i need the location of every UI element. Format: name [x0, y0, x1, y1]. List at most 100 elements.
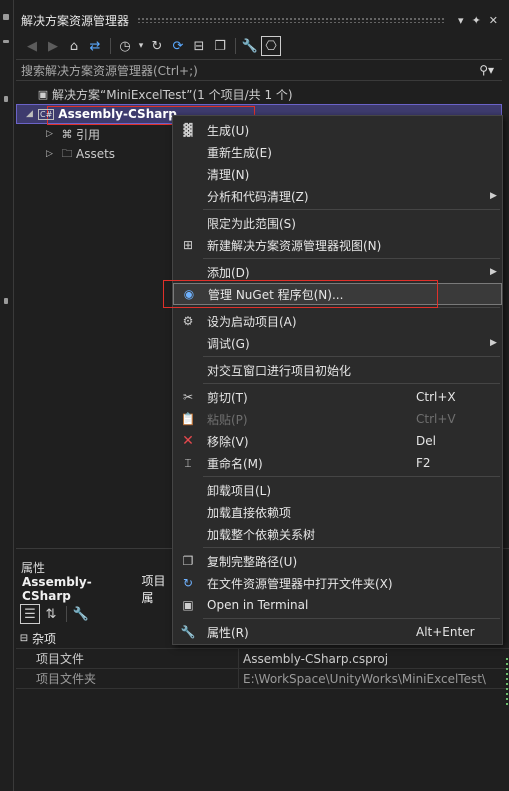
sync-icon[interactable]: ↻: [147, 36, 167, 56]
menu-item-rename[interactable]: ⌶ 重命名(M) F2: [173, 452, 502, 474]
scrollbar-markers[interactable]: [505, 655, 509, 735]
preview-selected-icon[interactable]: ⎔: [261, 36, 281, 56]
menu-label: 卸载项目(L): [207, 483, 272, 498]
properties-title: 属性: [21, 560, 46, 575]
menu-item-new-view[interactable]: ⊞ 新建解决方案资源管理器视图(N): [173, 234, 502, 256]
expand-arrow-icon[interactable]: ▷: [46, 149, 58, 159]
menu-item-properties[interactable]: 🔧 属性(R) Alt+Enter: [173, 621, 502, 643]
grid-bottom-line: [16, 688, 509, 689]
menu-label: 移除(V): [207, 434, 249, 449]
remove-icon: ✕: [182, 433, 194, 449]
rename-icon: ⌶: [184, 455, 192, 470]
alphabetical-icon[interactable]: ⇅: [41, 604, 61, 624]
menu-item-interactive-init[interactable]: 对交互窗口进行项目初始化: [173, 359, 502, 381]
menu-separator: [203, 356, 500, 357]
wrench-icon[interactable]: 🔧: [240, 36, 260, 56]
properties-object-type: 项目属: [141, 574, 166, 605]
menu-shortcut: Ctrl+X: [416, 390, 456, 404]
references-icon: ⌘: [61, 127, 73, 141]
pending-changes-icon[interactable]: ◷: [115, 36, 135, 56]
refresh-icon[interactable]: ⟳: [168, 36, 188, 56]
cut-icon: ✂: [182, 390, 194, 404]
context-menu: ▓ 生成(U) 重新生成(E) 清理(N) 分析和代码清理(Z) ▶ 限定为此范…: [172, 115, 503, 645]
search-bar[interactable]: 搜索解决方案资源管理器(Ctrl+;) ⚲▾: [16, 59, 502, 81]
tree-item-solution[interactable]: ▣ 解决方案“MiniExcelTest”(1 个项目/共 1 个): [34, 84, 293, 104]
menu-item-clean[interactable]: 清理(N): [173, 163, 502, 185]
property-value[interactable]: E:\WorkSpace\UnityWorks\MiniExcelTest\: [238, 669, 509, 688]
menu-label: 粘贴(P): [207, 412, 248, 427]
dock-marker: [4, 96, 8, 102]
properties-object-name: Assembly-CSharp: [22, 575, 92, 603]
menu-label: 加载直接依赖项: [207, 505, 292, 520]
menu-item-debug[interactable]: 调试(G) ▶: [173, 332, 502, 354]
property-pages-icon[interactable]: 🔧: [71, 604, 91, 624]
dock-marker: [4, 298, 8, 304]
category-label: 杂项: [32, 631, 57, 646]
menu-item-paste[interactable]: 📋 粘贴(P) Ctrl+V: [173, 408, 502, 430]
menu-label: 重命名(M): [207, 456, 263, 471]
menu-item-rebuild[interactable]: 重新生成(E): [173, 141, 502, 163]
menu-label: 调试(G): [207, 336, 250, 351]
menu-item-open-terminal[interactable]: ▣ Open in Terminal: [173, 594, 502, 616]
property-key: 项目文件夹: [36, 672, 97, 686]
menu-label: 剪切(T): [207, 390, 248, 405]
references-label: 引用: [76, 127, 101, 142]
csharp-project-icon: C#: [38, 108, 55, 120]
terminal-icon: ▣: [182, 598, 194, 612]
menu-label: 对交互窗口进行项目初始化: [207, 363, 352, 378]
switch-views-icon[interactable]: ⇄: [85, 36, 105, 56]
new-view-icon: ⊞: [182, 238, 194, 252]
menu-item-analyze[interactable]: 分析和代码清理(Z) ▶: [173, 185, 502, 207]
menu-item-open-folder[interactable]: ↻ 在文件资源管理器中打开文件夹(X): [173, 572, 502, 594]
toolbar-separator: [235, 38, 236, 54]
collapse-all-icon[interactable]: ⊟: [189, 36, 209, 56]
property-value[interactable]: Assembly-CSharp.csproj: [238, 649, 509, 668]
left-dock-strip: [0, 0, 14, 791]
pin-icon[interactable]: ✦: [472, 14, 481, 27]
nuget-highlight-box: [163, 280, 438, 308]
menu-item-unload[interactable]: 卸载项目(L): [173, 479, 502, 501]
menu-label: 分析和代码清理(Z): [207, 189, 309, 204]
chevron-down-icon[interactable]: ▾: [136, 36, 146, 56]
close-icon[interactable]: ✕: [489, 14, 498, 27]
folder-icon: 🗀: [61, 146, 73, 160]
menu-separator: [203, 383, 500, 384]
tree-item-references[interactable]: ▷ ⌘ 引用: [46, 124, 100, 144]
menu-item-load-direct[interactable]: 加载直接依赖项: [173, 501, 502, 523]
drag-grip[interactable]: [137, 17, 447, 23]
gear-icon[interactable]: [3, 14, 9, 20]
show-all-files-icon[interactable]: ❐: [210, 36, 230, 56]
categorized-icon[interactable]: ☰: [20, 604, 40, 624]
menu-label: 设为启动项目(A): [207, 314, 297, 329]
menu-item-remove[interactable]: ✕ 移除(V) Del: [173, 430, 502, 452]
panel-titlebar: 解决方案资源管理器 ▾ ✦ ✕: [16, 8, 502, 32]
tree-item-project[interactable]: ◢ C# Assembly-CSharp: [26, 104, 177, 124]
forward-icon[interactable]: ▶: [43, 36, 63, 56]
menu-label: 限定为此范围(S): [207, 216, 296, 231]
menu-item-set-startup[interactable]: ⚙ 设为启动项目(A): [173, 310, 502, 332]
project-label: Assembly-CSharp: [58, 107, 177, 121]
dropdown-icon[interactable]: ▾: [458, 14, 464, 27]
solution-label: 解决方案“MiniExcelTest”(1 个项目/共 1 个): [52, 87, 293, 102]
home-icon[interactable]: ⌂: [64, 36, 84, 56]
menu-separator: [203, 209, 500, 210]
search-input[interactable]: 搜索解决方案资源管理器(Ctrl+;): [21, 62, 479, 79]
property-row[interactable]: 项目文件 Assembly-CSharp.csproj: [16, 648, 509, 668]
expand-arrow-icon[interactable]: ▷: [46, 129, 58, 139]
menu-item-scope[interactable]: 限定为此范围(S): [173, 212, 502, 234]
properties-object[interactable]: Assembly-CSharp 项目属: [16, 574, 176, 605]
menu-item-cut[interactable]: ✂ 剪切(T) Ctrl+X: [173, 386, 502, 408]
open-folder-icon: ↻: [182, 576, 194, 590]
menu-item-load-tree[interactable]: 加载整个依赖关系树: [173, 523, 502, 545]
menu-item-copy-path[interactable]: ❐ 复制完整路径(U): [173, 550, 502, 572]
menu-item-build[interactable]: ▓ 生成(U): [173, 119, 502, 141]
back-icon[interactable]: ◀: [22, 36, 42, 56]
menu-label: 加载整个依赖关系树: [207, 527, 316, 542]
submenu-arrow-icon: ▶: [490, 338, 497, 348]
tree-item-assets[interactable]: ▷ 🗀 Assets: [46, 144, 115, 164]
property-row[interactable]: 项目文件夹 E:\WorkSpace\UnityWorks\MiniExcelT…: [16, 668, 509, 688]
search-icon[interactable]: ⚲▾: [479, 63, 494, 77]
dock-marker: [3, 40, 9, 43]
collapse-icon[interactable]: ⊟: [16, 633, 32, 644]
collapse-arrow-icon[interactable]: ◢: [26, 109, 38, 119]
